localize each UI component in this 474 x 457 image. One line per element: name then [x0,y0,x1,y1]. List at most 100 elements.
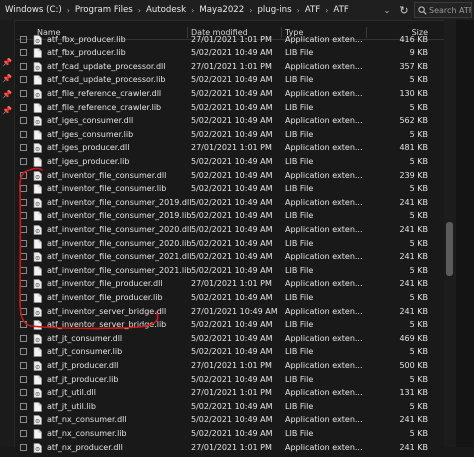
file-row[interactable]: atf_nx_consumer.lib 5/02/2021 10:49 AM LIB… [16,427,444,441]
row-checkbox[interactable] [20,76,27,84]
pin-icon[interactable]: 📌 [2,88,12,100]
breadcrumb-separator-icon[interactable]: › [187,6,198,15]
pin-icon[interactable]: 📌 [2,56,12,68]
row-checkbox[interactable] [20,225,27,233]
file-name[interactable]: atf_jt_util.lib [47,400,192,414]
row-checkbox[interactable] [20,49,27,57]
search-input[interactable] [427,5,471,15]
row-checkbox[interactable] [20,361,27,369]
breadcrumb-item[interactable]: ATF [304,5,321,15]
breadcrumb-item[interactable]: Windows (C:) [4,5,63,15]
address-history-chevron-icon[interactable]: ⌄ [380,0,394,20]
row-checkbox[interactable] [20,198,27,206]
file-row[interactable]: atf_inventor_server_bridge.lib 5/02/2021 … [16,318,444,332]
breadcrumb-item[interactable]: Autodesk [145,5,187,15]
file-name[interactable]: atf_inventor_file_producer.dll [47,277,192,291]
row-checkbox[interactable] [20,239,27,247]
breadcrumb-separator-icon[interactable]: › [63,6,74,15]
row-checkbox[interactable] [20,416,27,424]
row-checkbox[interactable] [20,144,27,152]
row-checkbox[interactable] [20,375,27,383]
file-row[interactable]: atf_jt_producer.dll 27/01/2021 1:01 PM App… [16,359,444,373]
file-row[interactable]: atf_jt_util.dll 27/01/2021 1:01 PM Applica… [16,386,444,400]
row-checkbox[interactable] [20,157,27,165]
file-name[interactable]: atf_file_reference_crawler.lib [47,101,192,115]
file-row[interactable]: atf_nx_producer.dll 27/01/2021 1:01 PM App… [16,441,444,455]
row-checkbox[interactable] [20,35,27,43]
file-name[interactable]: atf_inventor_file_consumer.lib [47,182,192,196]
row-checkbox[interactable] [20,185,27,193]
file-row[interactable]: atf_inventor_file_consumer_2021.dll 5/02/… [16,250,444,264]
file-name[interactable]: atf_inventor_server_bridge.dll [47,305,192,319]
file-row[interactable]: atf_file_reference_crawler.dll 5/02/2021 … [16,87,444,101]
file-name[interactable]: atf_jt_consumer.dll [47,332,192,346]
file-name[interactable]: atf_jt_consumer.lib [47,345,192,359]
file-row[interactable]: atf_inventor_file_consumer_2019.lib 5/02/… [16,209,444,223]
file-name[interactable]: atf_fbx_producer.lib [47,33,192,47]
file-row[interactable]: atf_iges_producer.lib 5/02/2021 10:49 AM L… [16,155,444,169]
file-name[interactable]: atf_inventor_file_consumer_2020.dll [47,223,192,237]
row-checkbox[interactable] [20,266,27,274]
row-checkbox[interactable] [20,103,27,111]
file-row[interactable]: atf_iges_producer.dll 27/01/2021 1:01 PM A… [16,141,444,155]
row-checkbox[interactable] [20,429,27,437]
file-row[interactable]: atf_inventor_file_consumer.dll 5/02/2021 … [16,169,444,183]
file-name[interactable]: atf_inventor_file_consumer_2021.lib [47,264,192,278]
search-box[interactable] [414,2,472,18]
file-name[interactable]: atf_inventor_file_consumer.dll [47,169,192,183]
file-name[interactable]: atf_inventor_file_producer.lib [47,291,192,305]
file-row[interactable]: atf_inventor_file_consumer_2020.dll 5/02/… [16,223,444,237]
file-row[interactable]: atf_jt_consumer.lib 5/02/2021 10:49 AM LIB… [16,345,444,359]
row-checkbox[interactable] [20,253,27,261]
file-name[interactable]: atf_file_reference_crawler.dll [47,87,192,101]
vertical-scrollbar[interactable] [444,20,456,447]
row-checkbox[interactable] [20,402,27,410]
file-row[interactable]: atf_iges_consumer.dll 5/02/2021 10:49 AM A… [16,114,444,128]
breadcrumb[interactable]: Windows (C:) › Program Files › Autodesk › Maya… [4,0,404,20]
file-row[interactable]: atf_jt_util.lib 5/02/2021 10:49 AM LIB Fil… [16,400,444,414]
file-row[interactable]: atf_inventor_file_consumer.lib 5/02/2021 … [16,182,444,196]
file-row[interactable]: atf_inventor_file_consumer_2020.lib 5/02/… [16,237,444,251]
file-row[interactable]: atf_iges_consumer.lib 5/02/2021 10:49 AM L… [16,128,444,142]
row-checkbox[interactable] [20,280,27,288]
row-checkbox[interactable] [20,130,27,138]
file-name[interactable]: atf_nx_consumer.lib [47,427,192,441]
breadcrumb-separator-icon[interactable]: › [134,6,145,15]
row-checkbox[interactable] [20,62,27,70]
navigation-pane[interactable]: 📌 📌 📌 📌 [0,20,15,447]
file-name[interactable]: atf_inventor_file_consumer_2021.dll [47,250,192,264]
row-checkbox[interactable] [20,307,27,315]
file-row[interactable]: atf_file_reference_crawler.lib 5/02/2021 … [16,101,444,115]
file-row[interactable]: atf_jt_producer.lib 5/02/2021 10:49 AM LIB… [16,373,444,387]
file-row[interactable]: atf_inventor_file_consumer_2021.lib 5/02/… [16,264,444,278]
file-name[interactable]: atf_jt_producer.lib [47,373,192,387]
file-name[interactable]: atf_jt_util.dll [47,386,192,400]
row-checkbox[interactable] [20,321,27,329]
breadcrumb-item[interactable]: Program Files [74,5,134,15]
file-row[interactable]: atf_inventor_file_producer.lib 5/02/2021 … [16,291,444,305]
row-checkbox[interactable] [20,334,27,342]
breadcrumb-item[interactable]: Maya2022 [198,5,245,15]
breadcrumb-separator-icon[interactable]: › [293,6,304,15]
row-checkbox[interactable] [20,212,27,220]
row-checkbox[interactable] [20,293,27,301]
file-name[interactable]: atf_inventor_server_bridge.lib [47,318,192,332]
file-row[interactable]: atf_nx_consumer.dll 5/02/2021 10:49 AM App… [16,413,444,427]
row-checkbox[interactable] [20,117,27,125]
file-name[interactable]: atf_fcad_update_processor.dll [47,60,192,74]
file-name[interactable]: atf_fcad_update_processor.lib [47,73,192,87]
file-row[interactable]: atf_inventor_server_bridge.dll 27/01/2021… [16,305,444,319]
file-name[interactable]: atf_iges_producer.lib [47,155,192,169]
file-row[interactable]: atf_jt_consumer.dll 5/02/2021 10:49 AM App… [16,332,444,346]
row-checkbox[interactable] [20,171,27,179]
file-row[interactable]: atf_inventor_file_producer.dll 27/01/2021… [16,277,444,291]
refresh-icon[interactable]: ↻ [396,0,412,20]
file-name[interactable]: atf_nx_consumer.dll [47,413,192,427]
breadcrumb-item[interactable]: ATF [332,5,349,15]
file-name[interactable]: atf_inventor_file_consumer_2020.lib [47,237,192,251]
pin-icon[interactable]: 📌 [2,72,12,84]
file-row[interactable]: atf_fbx_producer.lib 27/01/2021 1:01 PM Ap… [16,33,444,47]
file-name[interactable]: atf_jt_producer.dll [47,359,192,373]
file-name[interactable]: atf_iges_consumer.lib [47,128,192,142]
row-checkbox[interactable] [20,443,27,451]
